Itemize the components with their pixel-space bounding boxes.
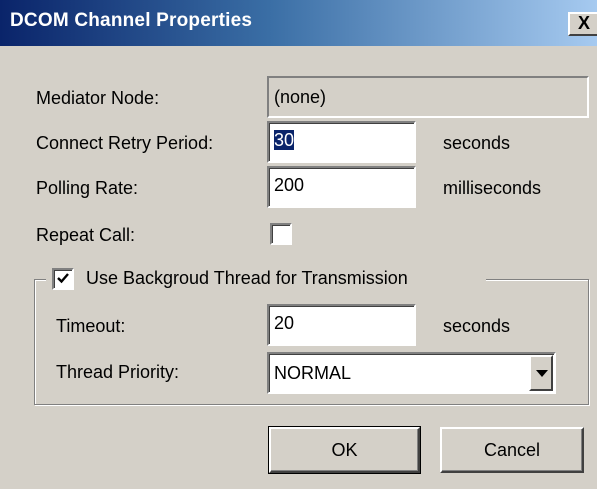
use-background-thread-label[interactable]: Use Backgroud Thread for Transmission (86, 268, 408, 289)
close-button[interactable]: X (568, 12, 597, 36)
repeat-call-label: Repeat Call: (36, 225, 136, 245)
timeout-unit: seconds (443, 316, 511, 336)
connect-retry-period-value: 30 (274, 130, 295, 150)
cancel-button[interactable]: Cancel (440, 427, 584, 473)
connect-retry-period-label: Connect Retry Period: (36, 133, 214, 153)
thread-priority-label: Thread Priority: (56, 362, 180, 382)
polling-rate-value: 200 (274, 175, 305, 195)
checkmark-icon (57, 273, 69, 284)
ok-button[interactable]: OK (268, 426, 421, 474)
connect-retry-period-input[interactable]: 30 (267, 121, 416, 163)
window-title: DCOM Channel Properties (10, 10, 253, 31)
dropdown-button[interactable] (529, 355, 553, 391)
connect-retry-period-unit: seconds (443, 133, 511, 153)
title-bar[interactable]: DCOM Channel Properties X (0, 0, 597, 46)
timeout-label: Timeout: (56, 316, 126, 336)
thread-priority-value: NORMAL (274, 363, 352, 383)
timeout-input[interactable]: 20 (267, 304, 416, 346)
close-icon: X (577, 13, 590, 33)
background-thread-legend: Use Backgroud Thread for Transmission (46, 264, 486, 294)
chevron-down-icon (536, 370, 548, 377)
dcom-channel-properties-dialog: DCOM Channel Properties X Mediator Node:… (0, 0, 597, 489)
mediator-node-field: (none) (267, 76, 589, 118)
use-background-thread-checkbox[interactable] (52, 268, 74, 290)
polling-rate-unit: milliseconds (443, 178, 542, 198)
mediator-node-value: (none) (274, 87, 327, 107)
polling-rate-input[interactable]: 200 (267, 166, 416, 208)
thread-priority-select[interactable]: NORMAL (267, 352, 556, 394)
timeout-value: 20 (274, 313, 295, 333)
polling-rate-label: Polling Rate: (36, 178, 139, 198)
mediator-node-label: Mediator Node: (36, 88, 160, 108)
repeat-call-checkbox[interactable] (270, 223, 292, 245)
